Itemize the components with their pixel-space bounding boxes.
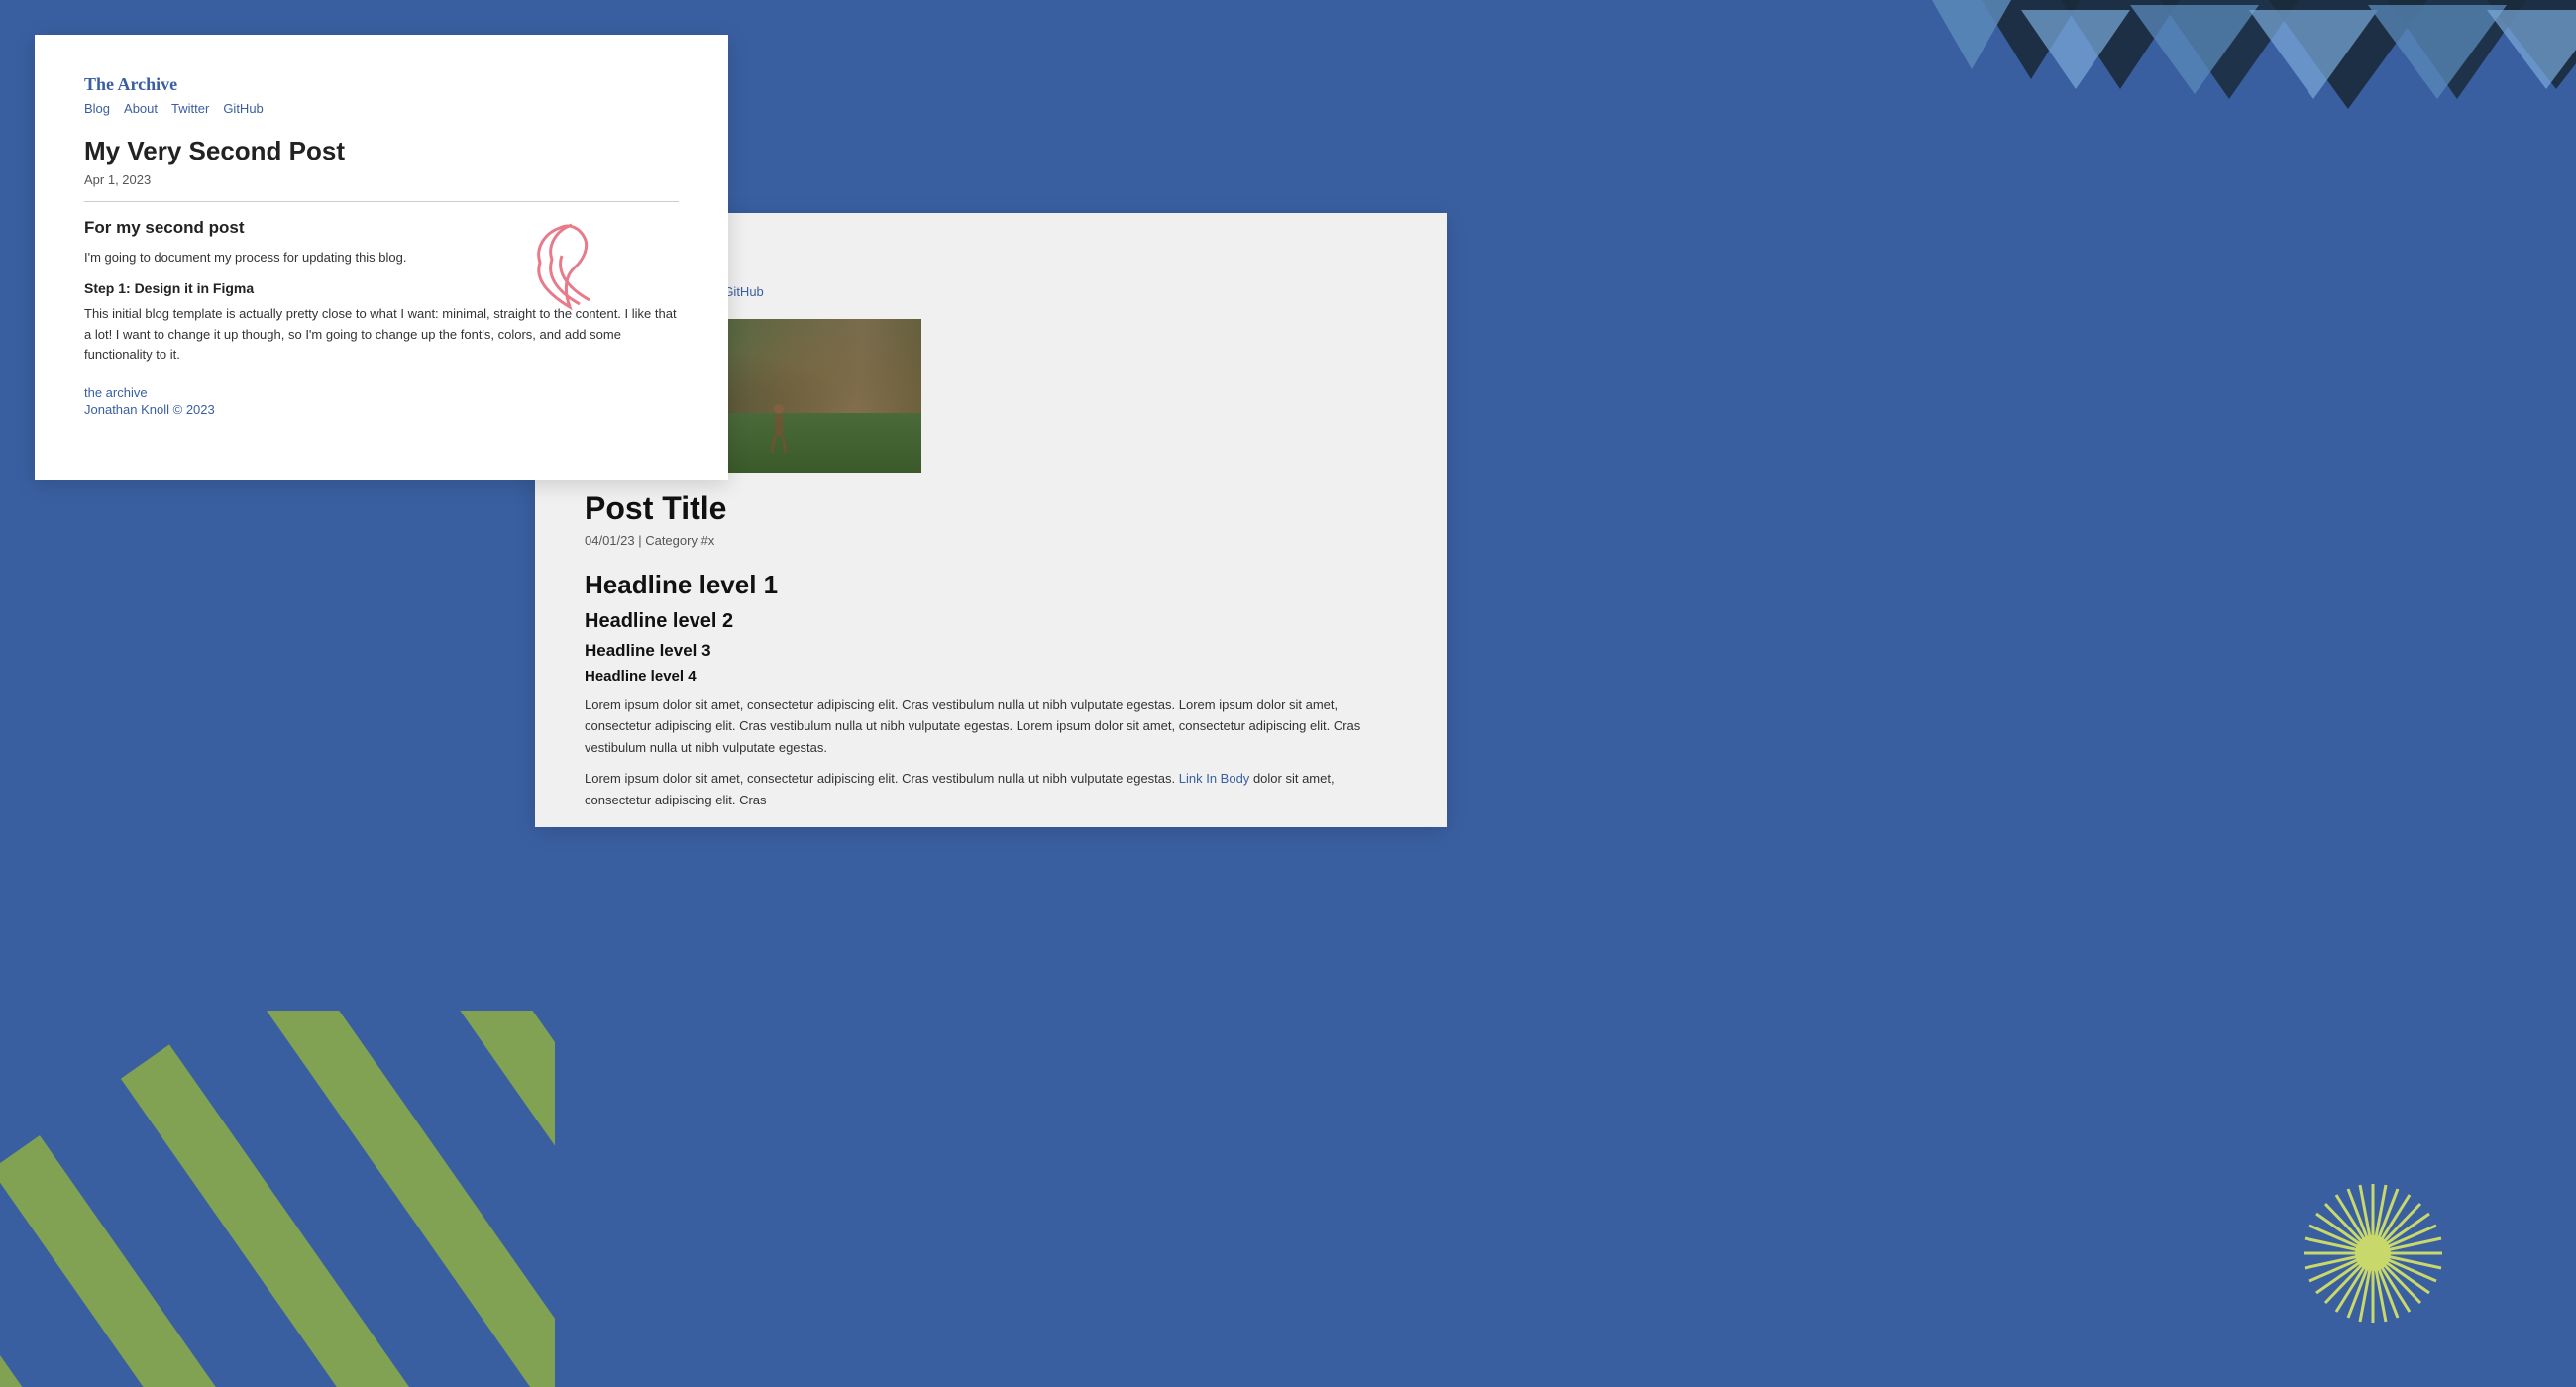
card2-h4: Headline level 4 [585,668,1397,685]
wave-badge-decoration [525,213,614,312]
card1-divider [84,201,679,202]
card2-body-1: Lorem ipsum dolor sit amet, consectetur … [585,694,1397,758]
card2-body2-prefix: Lorem ipsum dolor sit amet, consectetur … [585,771,1175,786]
card2-body-2: Lorem ipsum dolor sit amet, consectetur … [585,768,1397,810]
card2-h3: Headline level 3 [585,641,1397,661]
bg-triangles [1932,0,2576,198]
card1-site-title[interactable]: The Archive [84,74,679,95]
card1-archive-link[interactable]: the archive [84,385,679,400]
card-1: The Archive Blog About Twitter GitHub My… [35,35,728,480]
card1-nav-about[interactable]: About [124,101,158,116]
card1-nav-github[interactable]: GitHub [223,101,263,116]
person-silhouette [770,403,788,453]
card2-post-title: Post Title [585,490,1397,527]
bg-sunburst [2299,1179,2447,1328]
card1-step-body: This initial blog template is actually p… [84,304,679,366]
card2-body2-link[interactable]: Link In Body [1179,771,1250,786]
card1-copyright[interactable]: Jonathan Knoll © 2023 [84,402,679,417]
card2-post-meta: 04/01/23 | Category #x [585,533,1397,548]
card1-nav: Blog About Twitter GitHub [84,101,679,116]
card2-nav-github[interactable]: GitHub [723,284,763,299]
card2-h2: Headline level 2 [585,610,1397,633]
card1-nav-blog[interactable]: Blog [84,101,110,116]
card1-post-title: My Very Second Post [84,136,679,166]
card1-footer: the archive Jonathan Knoll © 2023 [84,385,679,417]
card1-nav-twitter[interactable]: Twitter [171,101,209,116]
card2-h1: Headline level 1 [585,570,1397,600]
bg-stripes [0,1011,555,1387]
card1-post-date: Apr 1, 2023 [84,172,679,187]
